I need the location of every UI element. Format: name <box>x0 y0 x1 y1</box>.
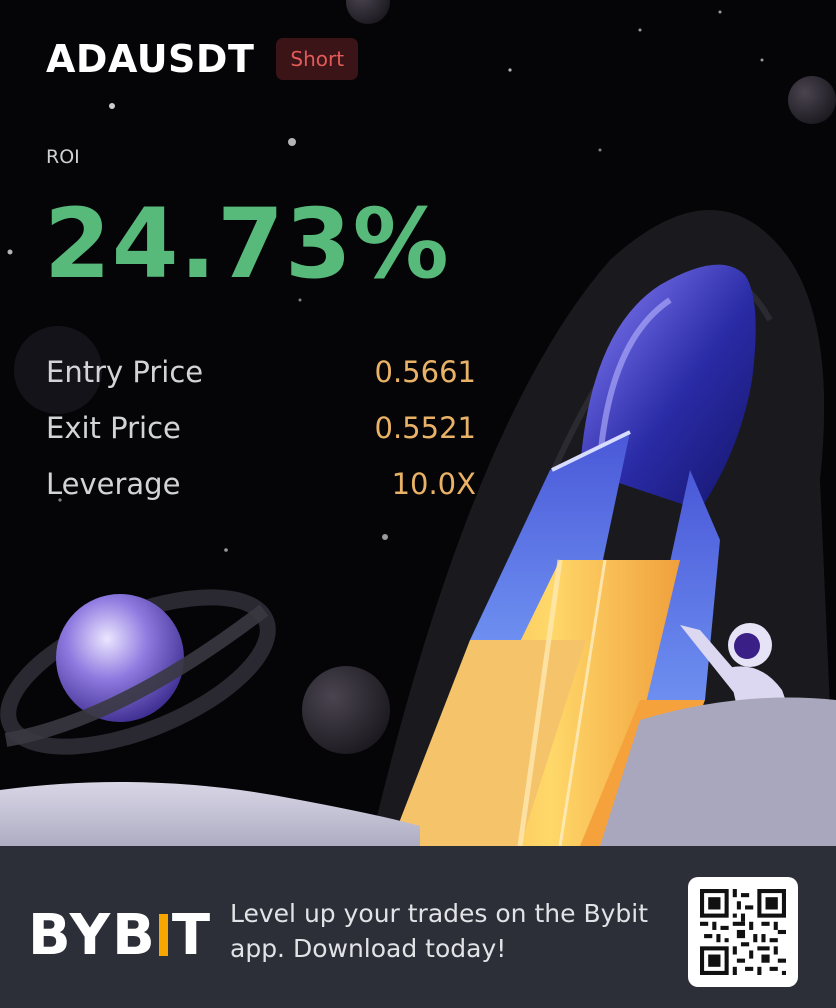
trading-pair: ADAUSDT <box>46 37 255 81</box>
stat-row-entry-price: Entry Price 0.5661 <box>46 344 476 400</box>
stat-value: 0.5661 <box>374 355 476 389</box>
side-badge: Short <box>276 38 359 80</box>
stat-row-exit-price: Exit Price 0.5521 <box>46 400 476 456</box>
share-card: ADAUSDT Short ROI 24.73% Entry Price 0.5… <box>0 0 836 1008</box>
logo-text-right: T <box>171 903 213 968</box>
top-orb <box>346 0 390 24</box>
stat-label: Leverage <box>46 467 181 501</box>
roi-value: 24.73% <box>44 188 450 300</box>
stat-row-leverage: Leverage 10.0X <box>46 456 476 512</box>
bybit-logo: BYB T <box>28 908 212 964</box>
right-orb <box>788 76 836 124</box>
stat-value: 0.5521 <box>374 411 476 445</box>
stat-label: Exit Price <box>46 411 181 445</box>
tagline-line-2: app. Download today! <box>230 934 507 963</box>
qr-code-icon <box>700 889 786 975</box>
logo-accent-bar <box>158 914 168 956</box>
center-orb <box>302 666 390 754</box>
position-header: ADAUSDT Short <box>46 36 359 82</box>
footer-tagline: Level up your trades on the Bybit app. D… <box>230 896 650 966</box>
stat-value: 10.0X <box>391 467 476 501</box>
moon-surface <box>0 782 420 846</box>
tagline-line-1: Level up your trades on the Bybit <box>230 899 649 928</box>
stat-label: Entry Price <box>46 355 204 389</box>
qr-code[interactable] <box>688 877 798 987</box>
roi-label: ROI <box>46 146 80 168</box>
trade-stats: Entry Price 0.5661 Exit Price 0.5521 Lev… <box>46 344 476 512</box>
logo-text-left: BYB <box>28 903 157 968</box>
ringed-planet <box>0 589 276 755</box>
